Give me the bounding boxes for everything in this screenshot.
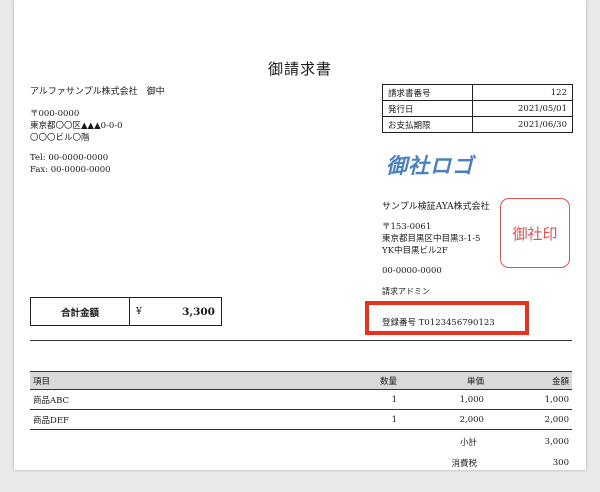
- table-header-row: 項目 数量 単価 金額: [30, 371, 572, 390]
- summary-table: 小計 3,000 消費税 300: [390, 431, 572, 470]
- item-amount: 1,000: [486, 389, 572, 410]
- table-row: 商品DEF 1 2,000 2,000: [30, 409, 572, 430]
- company-seal-stamp: 御社印: [500, 198, 570, 268]
- divider: [30, 340, 572, 341]
- meta-row-issue-date: 発行日 2021/05/01: [382, 100, 574, 117]
- meta-value: 2021/06/30: [471, 116, 574, 133]
- company-logo: 御社ロゴ: [386, 154, 474, 178]
- client-address-line2: 〇〇〇ビル〇階: [30, 133, 90, 143]
- item-unit-price: 1,000: [400, 389, 487, 410]
- item-quantity: 1: [323, 389, 401, 410]
- issuer-phone: 00-0000-0000: [382, 266, 442, 276]
- client-fax: Fax: 00-0000-0000: [30, 165, 111, 175]
- header-unit-price: 単価: [400, 371, 487, 390]
- meta-label: 請求書番号: [382, 84, 473, 101]
- client-address: 〒000-0000 東京都〇〇区▲▲▲0-0-0 〇〇〇ビル〇階: [30, 108, 123, 144]
- total-label: 合計金額: [31, 298, 130, 325]
- meta-row-invoice-number: 請求書番号 122: [382, 84, 574, 101]
- client-tel: Tel: 00-0000-0000: [30, 153, 109, 163]
- header-quantity: 数量: [323, 371, 401, 390]
- issuer-contact: 請求アドミン: [382, 287, 430, 296]
- header-item: 項目: [30, 371, 324, 390]
- issuer-name: サンプル検証AYA株式会社: [382, 202, 490, 212]
- meta-label: 発行日: [382, 100, 473, 117]
- summary-row-tax: 消費税 300: [390, 452, 572, 470]
- meta-value: 122: [471, 84, 574, 101]
- meta-value: 2021/05/01: [471, 100, 574, 117]
- seal-text: 御社印: [512, 224, 558, 243]
- meta-label: お支払期限: [382, 116, 473, 133]
- client-contact: Tel: 00-0000-0000 Fax: 00-0000-0000: [30, 152, 111, 176]
- item-name: 商品ABC: [30, 389, 324, 410]
- total-amount-box: 合計金額 ¥ 3,300: [30, 297, 222, 326]
- tax-label: 消費税: [451, 458, 477, 469]
- document-title: 御請求書: [267, 60, 332, 78]
- meta-row-due-date: お支払期限 2021/06/30: [382, 116, 574, 133]
- item-name: 商品DEF: [30, 409, 324, 430]
- item-quantity: 1: [323, 409, 401, 430]
- registration-number: 登録番号 T0123456790123: [382, 318, 495, 328]
- issuer-address-line1: 東京都目黒区中目黒3-1-5: [382, 234, 481, 244]
- invoice-meta-table: 請求書番号 122 発行日 2021/05/01 お支払期限 2021/06/3…: [382, 84, 574, 133]
- item-amount: 2,000: [486, 409, 572, 430]
- client-postal: 〒000-0000: [30, 109, 80, 119]
- subtotal-label: 小計: [459, 437, 477, 448]
- client-address-line1: 東京都〇〇区▲▲▲0-0-0: [30, 121, 123, 131]
- currency-symbol: ¥: [136, 306, 142, 317]
- table-row: 商品ABC 1 1,000 1,000: [30, 389, 572, 410]
- item-unit-price: 2,000: [400, 409, 487, 430]
- header-amount: 金額: [486, 371, 572, 390]
- tax-value: 300: [552, 457, 569, 468]
- summary-row-subtotal: 小計 3,000: [390, 431, 572, 452]
- issuer-address: 〒153-0061 東京都目黒区中目黒3-1-5 YK中目黒ビル2F: [382, 221, 480, 257]
- total-amount: 3,300: [182, 305, 215, 318]
- issuer-address-line2: YK中目黒ビル2F: [382, 246, 448, 256]
- subtotal-value: 3,000: [544, 436, 569, 447]
- line-items-table: 項目 数量 単価 金額 商品ABC 1 1,000 1,000 商品DEF 1 …: [30, 371, 572, 430]
- client-name: アルファサンプル株式会社 御中: [30, 87, 165, 97]
- issuer-postal: 〒153-0061: [382, 222, 432, 232]
- invoice-page: 御請求書 アルファサンプル株式会社 御中 〒000-0000 東京都〇〇区▲▲▲…: [14, 0, 586, 470]
